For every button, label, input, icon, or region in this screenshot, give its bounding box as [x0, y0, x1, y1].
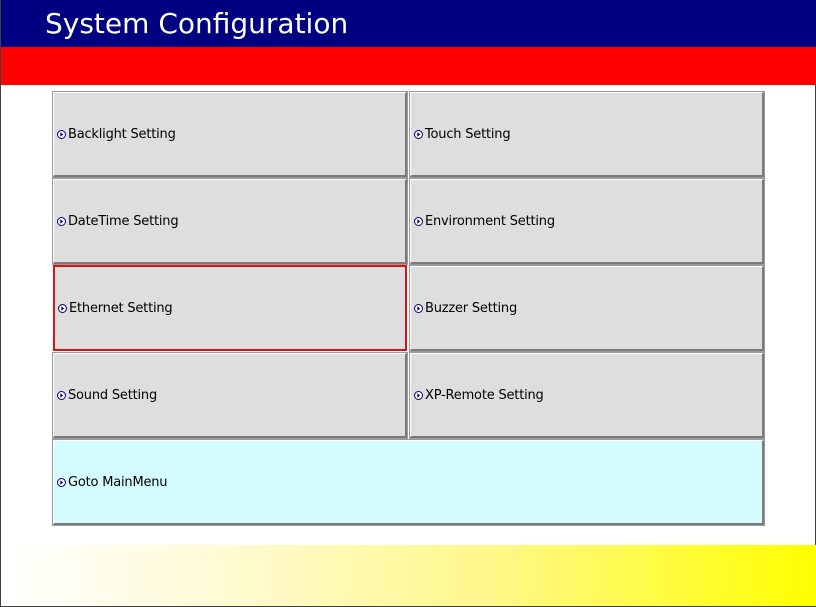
xp-remote-setting-label: XP-Remote Setting — [425, 387, 544, 403]
arrow-right-circle-icon — [414, 390, 423, 400]
red-accent-bar — [1, 47, 816, 85]
touch-setting-button[interactable]: Touch Setting — [409, 91, 765, 178]
arrow-right-circle-icon — [414, 129, 423, 139]
arrow-right-circle-icon — [414, 303, 423, 313]
sound-setting-label: Sound Setting — [68, 387, 158, 403]
ethernet-setting-label: Ethernet Setting — [69, 300, 173, 316]
buzzer-setting-label: Buzzer Setting — [425, 300, 518, 316]
backlight-setting-button[interactable]: Backlight Setting — [52, 91, 408, 178]
touch-setting-label: Touch Setting — [425, 126, 511, 142]
buzzer-setting-button[interactable]: Buzzer Setting — [409, 265, 765, 352]
backlight-setting-label: Backlight Setting — [68, 126, 176, 142]
arrow-right-circle-icon — [57, 477, 66, 487]
arrow-right-circle-icon — [58, 303, 67, 313]
datetime-setting-label: DateTime Setting — [68, 213, 179, 229]
environment-setting-button[interactable]: Environment Setting — [409, 178, 765, 265]
arrow-right-circle-icon — [57, 390, 66, 400]
environment-setting-label: Environment Setting — [425, 213, 555, 229]
system-configuration-screen: System Configuration Backlight Setting T… — [0, 0, 816, 607]
ethernet-setting-button[interactable]: Ethernet Setting — [53, 265, 407, 351]
arrow-right-circle-icon — [57, 129, 66, 139]
xp-remote-setting-button[interactable]: XP-Remote Setting — [409, 352, 765, 439]
title-bar: System Configuration — [1, 0, 816, 47]
sound-setting-button[interactable]: Sound Setting — [52, 352, 408, 439]
goto-mainmenu-button[interactable]: Goto MainMenu — [52, 439, 765, 526]
page-title: System Configuration — [45, 7, 349, 40]
goto-mainmenu-label: Goto MainMenu — [68, 474, 168, 490]
arrow-right-circle-icon — [57, 216, 66, 226]
datetime-setting-button[interactable]: DateTime Setting — [52, 178, 408, 265]
arrow-right-circle-icon — [414, 216, 423, 226]
footer-gradient-bar — [1, 545, 816, 606]
